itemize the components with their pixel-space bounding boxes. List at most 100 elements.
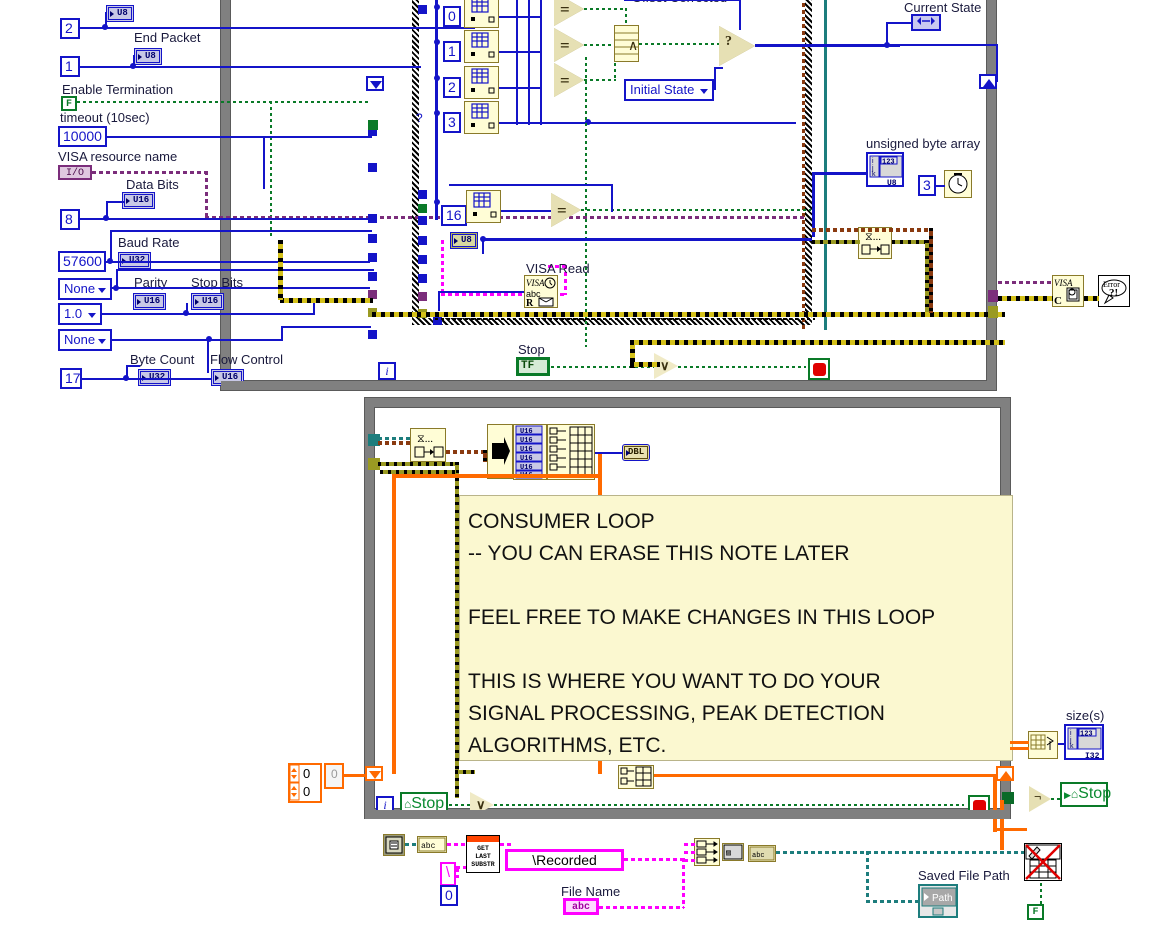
consumer-shift-register-right[interactable] [996,766,1014,781]
case-tunnel-1 [418,190,427,199]
wire-idx1-out [499,51,542,53]
array-index-value: 0 [331,767,338,781]
wire-path-to-strip [405,843,417,846]
data-bits-label: Data Bits [126,177,179,192]
equal-glyph-2: = [560,71,570,90]
index-array-node-consumer[interactable] [618,765,654,789]
index-array-node-16[interactable] [466,190,501,223]
offset-corrected-box [624,0,740,1]
stop-arrow-icon: ▶ [1064,790,1071,800]
index-array-node-3[interactable] [464,101,499,134]
loop-edge-green-line [824,0,827,330]
wire-or-to-stopsign [678,366,806,368]
size-indicator[interactable]: i j k 123 I32 [1064,724,1104,760]
consumer-shift-register-left[interactable] [365,766,383,781]
dequeue-element-node[interactable]: ⧖... [410,428,446,462]
wire-baud-up2 [110,230,372,232]
wire-eq1-out [584,44,614,46]
shift-register-top[interactable] [366,76,384,91]
split-number-node-group[interactable] [487,424,513,479]
wire-eq16-out [581,209,811,211]
u16-type-stack[interactable]: U16 U16 U16 U16 U16 U16 [513,424,547,480]
end-packet-constant[interactable]: 1 [60,56,80,77]
index-constant-0[interactable]: 0 [443,6,461,27]
start-packet-constant[interactable]: 2 [60,18,80,39]
build-path-node[interactable] [694,838,720,866]
get-last-substring-text: GET LAST SUBSTR [471,845,495,868]
wire-timeout-v [263,136,265,189]
string-to-path-node[interactable]: abc [748,845,776,862]
current-state-indicator[interactable] [911,14,941,31]
wire-queue-ref-producer-out [892,240,928,244]
saved-file-path-indicator[interactable]: Path [918,884,958,918]
wire-parity [112,287,370,289]
visa-resource-wire-vertical [802,0,805,330]
wire-eq2-out [584,79,616,81]
svg-text:⧖...: ⧖... [865,231,881,243]
wire-to-buildpath-b [684,851,696,854]
simple-error-handler-node[interactable]: Error ?! [1098,275,1130,307]
wire-dbl-around [392,476,396,774]
shift-register-right-top[interactable] [979,74,997,89]
stop-boolean-control[interactable]: TF [516,357,550,376]
baud-rate-constant[interactable]: 57600 [58,251,106,272]
index-array-node-0[interactable] [464,0,499,28]
flow-control-enum[interactable]: None [58,329,112,351]
enable-termination-bool[interactable]: F [61,96,77,111]
compound-arithmetic-and-node[interactable]: ∧ [614,25,639,62]
visa-close-node[interactable]: VISA C [1052,275,1084,307]
parity-enum[interactable]: None [58,278,112,300]
initial-state-enum[interactable]: Initial State [624,79,714,101]
error-to-or-h [630,340,1005,345]
svg-text:⧖...: ⧖... [417,433,433,445]
recorded-folder-constant[interactable]: \Recorded [505,849,624,871]
concat-strings-node[interactable]: ▨ [722,843,744,861]
wire-idx3-out [499,122,796,124]
wire-dequeue-out [446,450,486,454]
wait-ms-constant[interactable]: 3 [918,175,936,196]
index-array-node-1[interactable] [464,30,499,63]
offset-constant[interactable]: 0 [440,885,458,906]
get-last-substring-node[interactable]: GET LAST SUBSTR [466,835,500,873]
visa-wire-to-close [998,281,1053,284]
backslash-constant[interactable]: \ [440,862,456,886]
build-array-node[interactable] [547,424,595,480]
bytes-per-sample-constant[interactable]: 16 [441,205,467,226]
wire-compare-bus-a [516,0,518,125]
stop-bits-enum[interactable]: 1.0 [58,303,102,325]
svg-text:R: R [526,298,534,307]
wire-timeout [107,136,372,138]
wire-to-buildpath-a [684,843,696,846]
unsigned-byte-array-indicator[interactable]: i j k 123 U8 [866,152,904,187]
path-to-string-node[interactable]: abc [417,836,447,853]
loop-tunnel-a [368,214,377,223]
wire-data-bits-up2 [106,201,124,203]
stop-indicator[interactable]: ▶⌂Stop [1060,782,1111,807]
current-vi-path-node[interactable] [383,834,405,856]
byte-count-constant[interactable]: 17 [60,368,82,389]
visa-resource-terminal[interactable]: I/O [58,165,92,180]
wire-wait [936,185,945,187]
file-name-terminal[interactable]: abc [563,898,599,915]
wait-ms-node[interactable] [944,170,972,198]
producer-loop-stop-terminal[interactable] [808,358,830,380]
array-size-node[interactable] [1028,731,1058,759]
array-constant-2d[interactable]: 0 0 [288,763,322,803]
visa-read-node[interactable]: VISA abc R [524,275,558,308]
loop-tunnel-e [368,330,377,339]
wire-compare-bus-c [540,0,542,125]
timeout-constant[interactable]: 10000 [58,126,107,147]
data-bits-constant[interactable]: 8 [60,209,80,230]
index-constant-1[interactable]: 1 [443,41,461,62]
index-constant-2[interactable]: 2 [443,77,461,98]
index-constant-3[interactable]: 3 [443,112,461,133]
wire-append-f-v [1040,883,1042,905]
write-to-spreadsheet-file-node[interactable] [1024,843,1062,881]
svg-text:I32: I32 [1085,752,1100,759]
array-index-constant[interactable]: 0 [324,763,344,789]
index-array-node-2[interactable] [464,66,499,99]
append-false-constant[interactable]: F [1027,904,1044,920]
wire-idx0-out [499,16,542,18]
u8-coerce-end: U8 [134,48,162,65]
stop-label: Stop [518,342,545,357]
